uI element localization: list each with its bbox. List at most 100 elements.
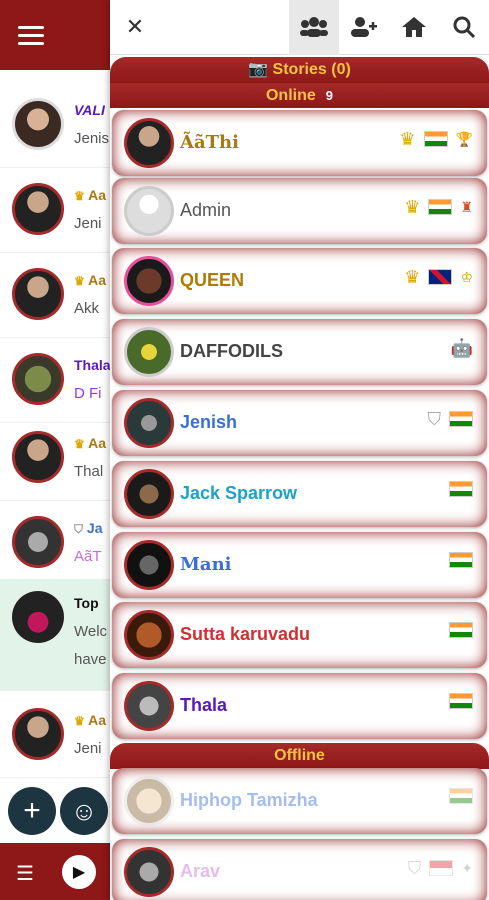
offline-header: Offline [110, 743, 489, 769]
chat-item[interactable]: Top Welc have [0, 579, 110, 691]
india-flag-icon [428, 199, 453, 215]
users-toolbar: ✕ [110, 0, 489, 55]
play-icon[interactable]: ▶ [62, 855, 96, 889]
user-name: Mani [180, 554, 232, 575]
royal-icon: ♔ [460, 269, 473, 285]
user-name: QUEEN [180, 270, 245, 290]
crown-icon: ♛ [74, 437, 85, 451]
avatar [124, 118, 174, 168]
chat-sender: ♛ Aa [74, 435, 107, 451]
avatar [12, 268, 64, 320]
close-icon[interactable]: ✕ [110, 0, 160, 55]
chat-sender: ⛉ Ja [74, 520, 103, 536]
emoji-button[interactable]: ☺ [60, 787, 108, 835]
avatar [124, 398, 174, 448]
chat-message: have [74, 651, 107, 668]
avatar [124, 256, 174, 306]
avatar [124, 540, 174, 590]
chat-item[interactable]: Thala D Fi [0, 341, 110, 423]
crown-icon: ♛ [74, 189, 85, 203]
chat-message: Jeni [74, 740, 102, 757]
chat-item[interactable]: ♛ Aa Akk [0, 256, 110, 338]
avatar [124, 327, 174, 377]
crown-icon: ♛ [404, 267, 421, 287]
user-name: Hiphop Tamizha [180, 790, 318, 810]
shield-icon: ⛉ [74, 522, 84, 536]
users-panel: ✕ 📷 Stories (0) Online 9 ÃãThi ♛ 🏆 Admin ♛… [110, 0, 489, 900]
rank-icon: ✦ [461, 860, 473, 876]
user-name: Admin [180, 200, 232, 220]
user-row[interactable]: Mani [112, 532, 487, 598]
avatar [124, 776, 174, 826]
user-row[interactable]: Admin ♛ ♜ [112, 178, 487, 244]
user-name: Sutta karuvadu [180, 624, 311, 644]
settings-sliders-icon[interactable]: ☰ [16, 861, 34, 886]
shield-icon: ⛉ [407, 858, 422, 878]
user-row[interactable]: DAFFODILS 🤖 [112, 319, 487, 385]
chat-sender: Top [74, 595, 99, 611]
user-row[interactable]: QUEEN ♛ ♔ [112, 248, 487, 314]
crown-icon: ♛ [74, 714, 85, 728]
user-name: Thala [180, 695, 228, 715]
india-flag-icon [449, 788, 473, 804]
chat-item[interactable]: ♛ Aa Jeni [0, 696, 110, 778]
india-flag-icon [449, 411, 473, 427]
user-row[interactable]: Jenish ⛉ [112, 390, 487, 456]
stories-bar[interactable]: 📷 Stories (0) [110, 57, 489, 83]
user-name: Jenish [180, 412, 238, 432]
online-header: Online 9 [110, 83, 489, 108]
chat-message: AãT [74, 548, 102, 565]
avatar [12, 591, 64, 643]
avatar [124, 847, 174, 897]
online-label: Online [265, 87, 316, 104]
menu-icon[interactable] [18, 21, 44, 50]
avatar [12, 353, 64, 405]
avatar [12, 516, 64, 568]
uk-flag-icon [428, 269, 453, 285]
chat-sender: VALI [74, 102, 105, 118]
chat-item[interactable]: ♛ Aa Jeni [0, 171, 110, 253]
user-row[interactable]: Sutta karuvadu [112, 602, 487, 668]
chat-item[interactable]: ♛ Aa Thal [0, 419, 110, 501]
user-name: DAFFODILS [180, 341, 283, 361]
rank-icon: ♜ [460, 199, 473, 215]
avatar [124, 681, 174, 731]
chat-message: Akk [74, 300, 100, 317]
chat-sender: ♛ Aa [74, 272, 107, 288]
chat-sender: ♛ Aa [74, 712, 107, 728]
chat-message: Jenis [74, 130, 110, 147]
crown-icon: ♛ [404, 197, 421, 217]
online-count: 9 [325, 88, 333, 103]
chat-message: Jeni [74, 215, 102, 232]
avatar [124, 610, 174, 660]
chat-item[interactable]: ⛉ Ja AãT [0, 504, 110, 586]
chat-message: D Fi [74, 385, 102, 402]
android-icon: 🤖 [450, 338, 473, 358]
avatar [124, 186, 174, 236]
india-flag-icon [423, 131, 448, 147]
home-icon[interactable] [389, 0, 439, 55]
user-row[interactable]: ÃãThi ♛ 🏆 [112, 110, 487, 176]
search-icon[interactable] [439, 0, 489, 55]
add-user-icon[interactable] [339, 0, 389, 55]
avatar [12, 183, 64, 235]
users-icon[interactable] [289, 0, 339, 55]
add-button[interactable]: + [8, 787, 56, 835]
chat-message: Welc [74, 623, 108, 640]
user-row[interactable]: Jack Sparrow [112, 461, 487, 527]
india-flag-icon [449, 481, 473, 497]
chat-panel: VALI Jenis ♛ Aa Jeni ♛ Aa Akk Thala D Fi… [0, 0, 110, 900]
india-flag-icon [449, 622, 473, 638]
india-flag-icon [449, 552, 473, 568]
chat-message: Thal [74, 463, 104, 480]
user-row[interactable]: Thala [112, 673, 487, 739]
chat-header [0, 0, 110, 70]
chat-item[interactable]: VALI Jenis [0, 86, 110, 168]
trophy-icon: 🏆 [455, 131, 473, 147]
chat-sender: Thala [74, 357, 110, 373]
shield-icon: ⛉ [427, 409, 442, 429]
user-row[interactable]: Hiphop Tamizha [112, 768, 487, 834]
user-name: ÃãThi [180, 132, 239, 153]
user-row[interactable]: Arav ⛉ ✦ [112, 839, 487, 900]
crown-icon: ♛ [399, 129, 416, 149]
